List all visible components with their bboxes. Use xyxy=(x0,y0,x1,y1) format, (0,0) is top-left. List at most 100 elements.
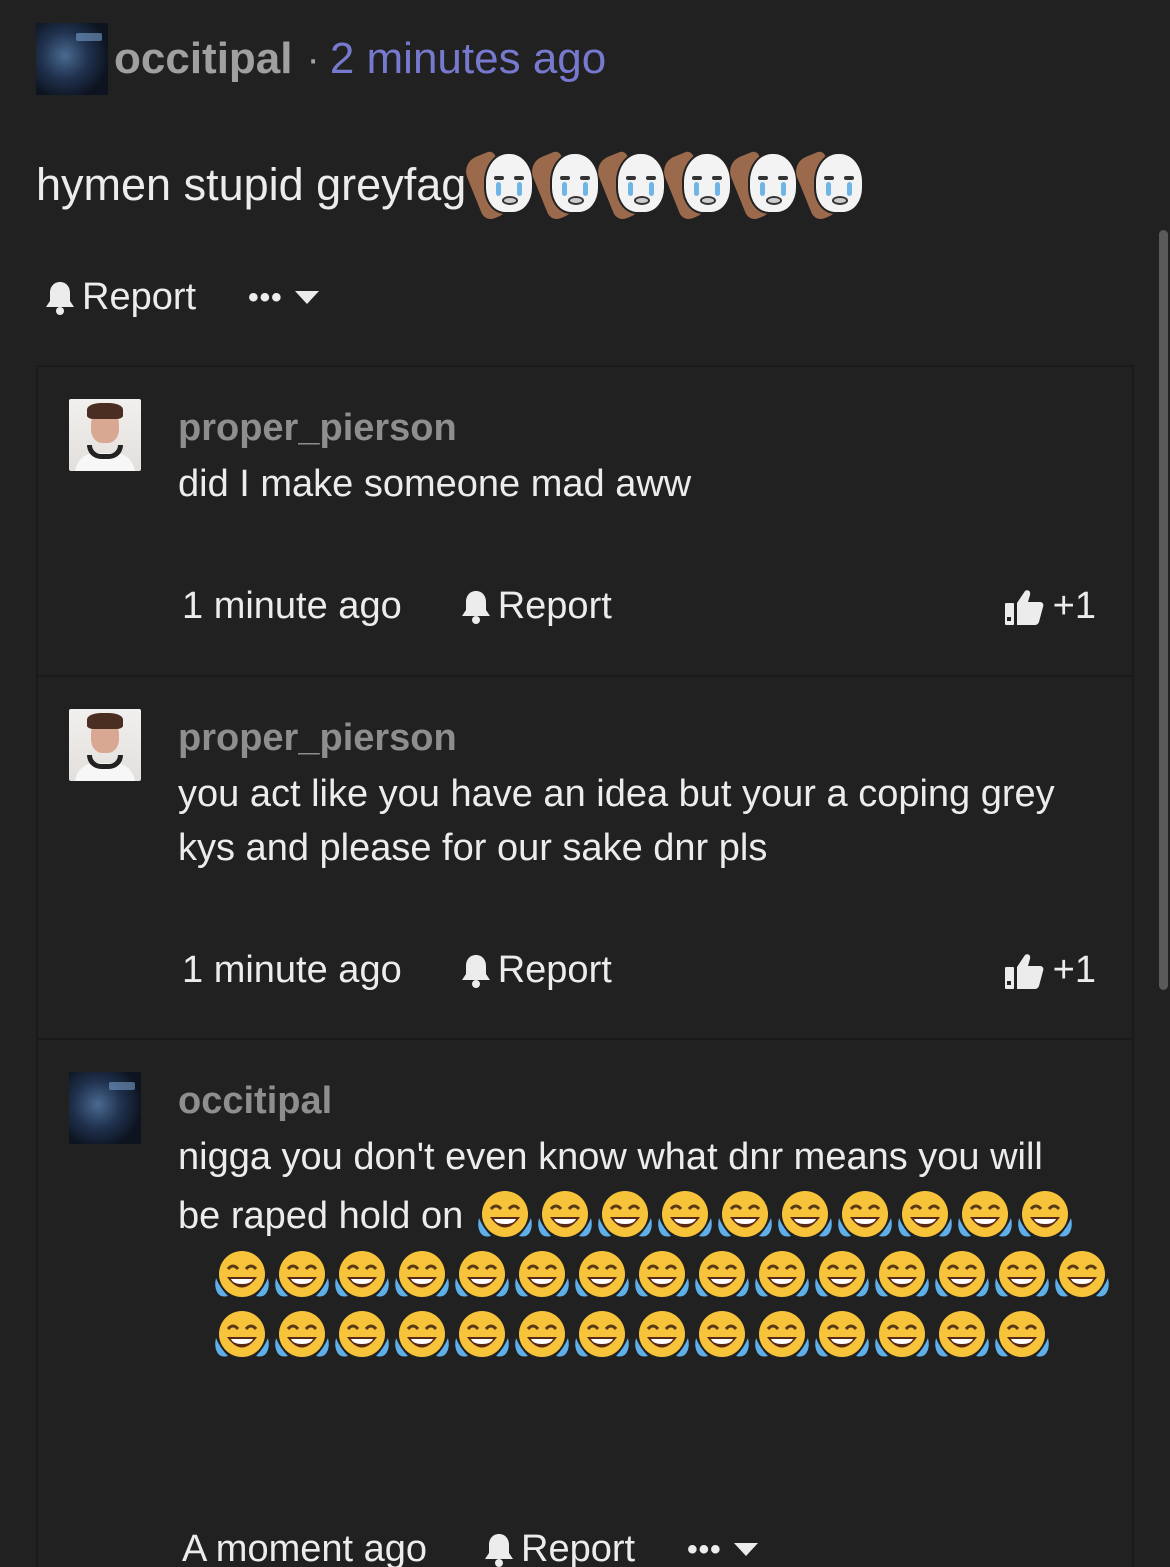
crying-wojak-icon xyxy=(791,149,866,223)
report-label: Report xyxy=(497,585,612,627)
report-label: Report xyxy=(497,949,612,991)
reply-item: occitipal nigga you don't even know what… xyxy=(38,1040,1132,1567)
reply-text-line: be raped hold on xyxy=(178,1184,1098,1248)
avatar[interactable] xyxy=(69,399,141,471)
face-with-tears-of-joy-emoji xyxy=(214,1248,270,1304)
caret-down-icon xyxy=(733,1543,758,1556)
face-with-tears-of-joy-emoji xyxy=(634,1308,690,1364)
emoji-block xyxy=(214,1248,1114,1368)
face-with-tears-of-joy-emoji xyxy=(634,1248,690,1304)
report-button[interactable]: Report xyxy=(460,949,612,992)
like-count: +1 xyxy=(1052,585,1096,627)
crying-wojak-icon xyxy=(593,149,668,223)
face-with-tears-of-joy-emoji xyxy=(814,1248,870,1304)
thumbs-up-icon xyxy=(1003,951,1045,991)
face-with-tears-of-joy-emoji xyxy=(274,1308,330,1364)
post-actions: Report ••• xyxy=(44,276,319,319)
face-with-tears-of-joy-emoji xyxy=(994,1248,1050,1304)
avatar[interactable] xyxy=(69,1072,141,1144)
report-button[interactable]: Report xyxy=(82,276,196,319)
like-count: +1 xyxy=(1052,949,1096,991)
face-with-tears-of-joy-emoji xyxy=(874,1248,930,1304)
face-with-tears-of-joy-emoji xyxy=(334,1248,390,1304)
avatar[interactable] xyxy=(36,23,108,95)
face-with-tears-of-joy-emoji xyxy=(454,1248,510,1304)
more-options-button[interactable]: ••• xyxy=(687,1533,758,1567)
emoji-row xyxy=(477,1188,1077,1244)
reply-text: you act like you have an idea but your a… xyxy=(178,767,1098,875)
face-with-tears-of-joy-emoji xyxy=(717,1188,773,1244)
face-with-tears-of-joy-emoji xyxy=(394,1248,450,1304)
face-with-tears-of-joy-emoji xyxy=(994,1308,1050,1364)
face-with-tears-of-joy-emoji xyxy=(274,1248,330,1304)
crying-wojak-icon xyxy=(461,149,536,223)
separator-dot: · xyxy=(306,36,320,81)
like-button[interactable]: +1 xyxy=(1003,949,1096,992)
face-with-tears-of-joy-emoji xyxy=(454,1308,510,1364)
face-with-tears-of-joy-emoji xyxy=(934,1308,990,1364)
thumbs-up-icon xyxy=(1003,587,1045,627)
face-with-tears-of-joy-emoji xyxy=(934,1248,990,1304)
more-dots: ••• xyxy=(248,280,283,314)
like-button[interactable]: +1 xyxy=(1003,585,1096,628)
face-with-tears-of-joy-emoji xyxy=(574,1248,630,1304)
avatar[interactable] xyxy=(69,709,141,781)
reply-thread: proper_pierson did I make someone mad aw… xyxy=(36,365,1134,1567)
face-with-tears-of-joy-emoji xyxy=(814,1308,870,1364)
post-text: hymen stupid greyfag xyxy=(36,159,467,210)
post-timestamp[interactable]: 2 minutes ago xyxy=(330,34,606,84)
face-with-tears-of-joy-emoji xyxy=(394,1308,450,1364)
reply-footer: A moment ago Report ••• xyxy=(182,1528,1096,1567)
face-with-tears-of-joy-emoji xyxy=(777,1188,833,1244)
reply-text: nigga you don't even know what dnr means… xyxy=(178,1130,1098,1248)
reply-text-line: nigga you don't even know what dnr means… xyxy=(178,1136,1043,1178)
more-dots: ••• xyxy=(687,1532,722,1566)
face-with-tears-of-joy-emoji xyxy=(754,1248,810,1304)
post-header: occitipal · 2 minutes ago xyxy=(36,23,606,95)
face-with-tears-of-joy-emoji xyxy=(657,1188,713,1244)
face-with-tears-of-joy-emoji xyxy=(214,1308,270,1364)
face-with-tears-of-joy-emoji xyxy=(537,1188,593,1244)
crying-wojak-icon xyxy=(659,149,734,223)
report-button[interactable]: Report xyxy=(460,585,612,628)
reply-item: proper_pierson did I make someone mad aw… xyxy=(38,367,1132,677)
bell-icon xyxy=(44,279,76,317)
reply-username[interactable]: proper_pierson xyxy=(178,407,457,450)
more-options-button[interactable]: ••• xyxy=(248,281,319,315)
reply-footer: 1 minute ago Report +1 xyxy=(182,585,1096,628)
face-with-tears-of-joy-emoji xyxy=(1054,1248,1110,1304)
crying-wojak-icon xyxy=(725,149,800,223)
reply-timestamp[interactable]: A moment ago xyxy=(182,1528,427,1567)
caret-down-icon xyxy=(294,291,319,304)
face-with-tears-of-joy-emoji xyxy=(874,1308,930,1364)
post-body: hymen stupid greyfag xyxy=(36,149,866,223)
bell-icon xyxy=(460,952,492,990)
scrollbar[interactable] xyxy=(1159,230,1168,990)
face-with-tears-of-joy-emoji xyxy=(837,1188,893,1244)
post-username[interactable]: occitipal xyxy=(114,34,293,84)
reply-item: proper_pierson you act like you have an … xyxy=(38,677,1132,1040)
face-with-tears-of-joy-emoji xyxy=(897,1188,953,1244)
reply-footer: 1 minute ago Report +1 xyxy=(182,949,1096,992)
reply-username[interactable]: proper_pierson xyxy=(178,717,457,760)
reply-text-line: you act like you have an idea but your a… xyxy=(178,773,1055,815)
face-with-tears-of-joy-emoji xyxy=(754,1308,810,1364)
face-with-tears-of-joy-emoji xyxy=(334,1308,390,1364)
emoji-row xyxy=(214,1248,1114,1304)
reply-username[interactable]: occitipal xyxy=(178,1080,332,1123)
reply-timestamp[interactable]: 1 minute ago xyxy=(182,949,402,992)
crying-wojak-emotes xyxy=(461,149,866,223)
face-with-tears-of-joy-emoji xyxy=(1017,1188,1073,1244)
reply-text-fragment: be raped hold on xyxy=(178,1195,464,1237)
reply-timestamp[interactable]: 1 minute ago xyxy=(182,585,402,628)
face-with-tears-of-joy-emoji xyxy=(514,1308,570,1364)
face-with-tears-of-joy-emoji xyxy=(957,1188,1013,1244)
face-with-tears-of-joy-emoji xyxy=(477,1188,533,1244)
face-with-tears-of-joy-emoji xyxy=(514,1248,570,1304)
face-with-tears-of-joy-emoji xyxy=(694,1248,750,1304)
report-button[interactable]: Report xyxy=(483,1528,635,1567)
report-label: Report xyxy=(521,1528,636,1567)
crying-wojak-icon xyxy=(527,149,602,223)
bell-icon xyxy=(460,588,492,626)
bell-icon xyxy=(483,1531,515,1567)
